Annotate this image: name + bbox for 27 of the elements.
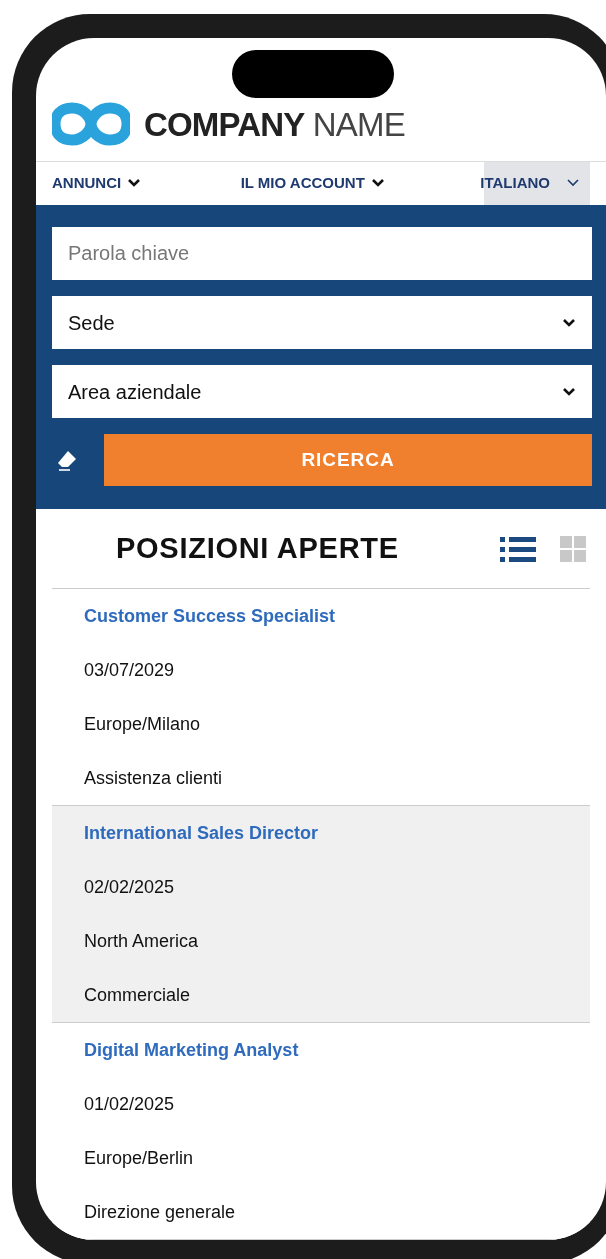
- job-date: 01/02/2025: [84, 1092, 176, 1116]
- section-title: POSIZIONI APERTE: [116, 530, 399, 566]
- nav-menu[interactable]: IL MIO ACCOUNT: [240, 161, 385, 206]
- job-area: Assistenza clienti: [84, 751, 590, 805]
- filter-select[interactable]: Sede: [52, 296, 592, 350]
- infinity-logo-icon: [52, 102, 130, 147]
- job-title[interactable]: Digital Marketing Analyst: [84, 1023, 590, 1077]
- job-title[interactable]: International Sales Director: [84, 806, 590, 860]
- chevron-down-icon: [370, 178, 385, 189]
- keyword-field[interactable]: Parola chiave: [52, 227, 592, 281]
- chevron-down-icon: [562, 317, 576, 328]
- filter-select[interactable]: Area aziendale: [52, 365, 592, 419]
- job-date: 02/02/2025: [84, 875, 176, 899]
- job-listing[interactable]: International Sales Director 02/02/2025 North America Commerciale: [52, 806, 590, 1023]
- job-location: Europe/Milano: [84, 712, 202, 736]
- eraser-icon[interactable]: [56, 449, 78, 472]
- chevron-down-icon: [562, 386, 576, 397]
- job-title[interactable]: Customer Success Specialist: [84, 589, 590, 643]
- nav-menu[interactable]: ANNUNCI: [52, 161, 142, 206]
- company-name: COMPANY NAME: [144, 104, 405, 145]
- chevron-down-icon: [127, 178, 142, 189]
- job-area: Direzione generale: [84, 1185, 590, 1239]
- job-location: North America: [84, 929, 200, 953]
- chevron-down-icon: [566, 178, 580, 189]
- job-date: 03/07/2029: [84, 658, 176, 682]
- job-area: Commerciale: [84, 968, 590, 1022]
- job-location: Europe/Berlin: [84, 1146, 195, 1170]
